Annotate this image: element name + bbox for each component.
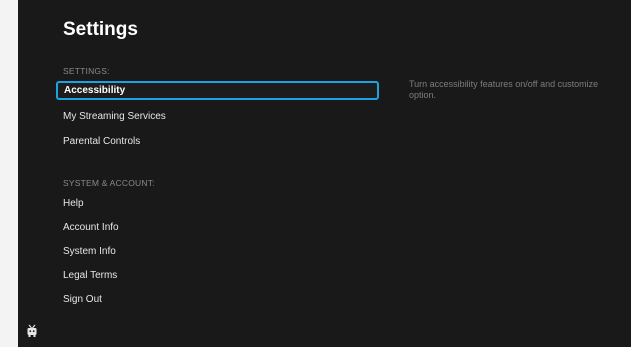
menu-item-my-streaming-services[interactable]: My Streaming Services xyxy=(63,111,166,122)
menu-item-accessibility[interactable]: Accessibility xyxy=(56,81,379,100)
menu-item-account-info[interactable]: Account Info xyxy=(63,222,119,233)
menu-item-sign-out[interactable]: Sign Out xyxy=(63,294,102,305)
menu-item-parental-controls[interactable]: Parental Controls xyxy=(63,136,140,147)
menu-item-help[interactable]: Help xyxy=(63,198,84,209)
page-title: Settings xyxy=(63,19,138,40)
menu-item-system-info[interactable]: System Info xyxy=(63,246,116,257)
accessibility-description: Turn accessibility features on/off and c… xyxy=(409,79,599,100)
menu-item-legal-terms[interactable]: Legal Terms xyxy=(63,270,117,281)
section-label-system-account: SYSTEM & ACCOUNT: xyxy=(63,178,155,188)
section-label-settings: SETTINGS: xyxy=(63,66,110,76)
settings-screen: Settings SETTINGS: Accessibility My Stre… xyxy=(18,0,631,347)
tv-icon xyxy=(27,324,37,337)
